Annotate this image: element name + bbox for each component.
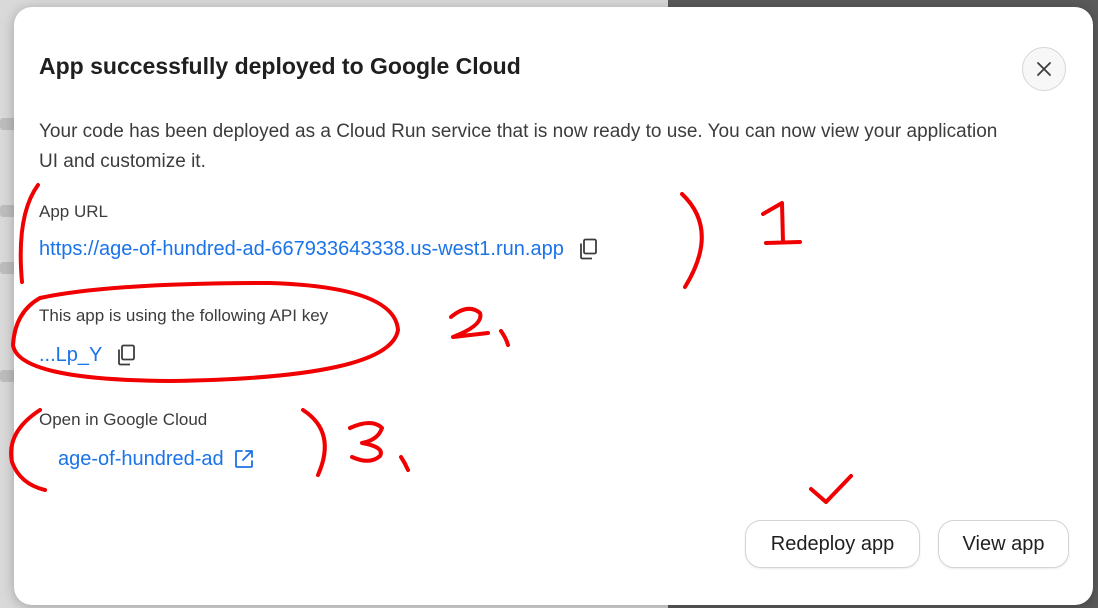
copy-api-key-button[interactable] [114,343,138,367]
api-key-row: ...Lp_Y [39,343,138,367]
copy-url-button[interactable] [576,237,600,261]
dialog-title: App successfully deployed to Google Clou… [39,53,521,79]
external-link-icon [234,450,253,468]
copy-icon [579,238,597,260]
google-cloud-link[interactable]: age-of-hundred-ad [58,448,224,471]
view-app-button[interactable]: View app [938,520,1069,568]
google-cloud-label: Open in Google Cloud [39,410,208,429]
api-key-label: This app is using the following API key [39,306,329,325]
app-url-label: App URL [39,202,108,221]
app-url-row: https://age-of-hundred-ad-667933643338.u… [39,237,600,261]
close-icon [1037,62,1051,76]
deploy-success-dialog: App successfully deployed to Google Clou… [14,7,1093,605]
api-key-value[interactable]: ...Lp_Y [39,344,102,367]
copy-icon [118,344,136,366]
google-cloud-row: age-of-hundred-ad [58,447,256,471]
app-url-link[interactable]: https://age-of-hundred-ad-667933643338.u… [39,238,564,261]
dialog-description: Your code has been deployed as a Cloud R… [39,121,998,172]
open-external-button[interactable] [232,447,256,471]
close-button[interactable] [1022,47,1066,91]
redeploy-app-button[interactable]: Redeploy app [745,520,920,568]
